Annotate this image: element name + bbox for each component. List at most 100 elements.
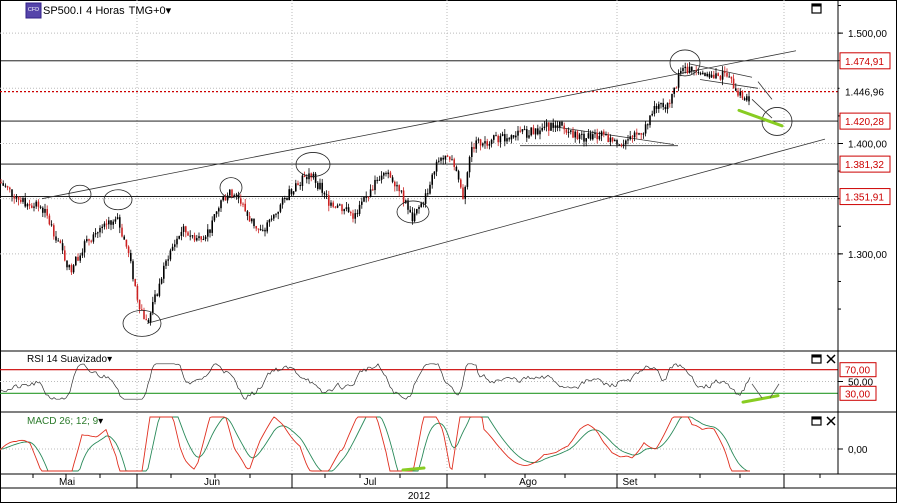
candle-body bbox=[504, 134, 506, 142]
candle-body bbox=[488, 143, 491, 146]
candle-body bbox=[541, 128, 543, 131]
candle-body bbox=[207, 229, 209, 237]
candle-body bbox=[598, 135, 601, 140]
macd-divergence-line[interactable] bbox=[401, 466, 426, 472]
candle-body bbox=[570, 130, 572, 132]
candle-body bbox=[264, 229, 266, 232]
candle-body bbox=[556, 125, 559, 128]
candle-body bbox=[455, 166, 458, 172]
candle-body bbox=[603, 131, 605, 135]
candle-body bbox=[563, 125, 565, 130]
candle-body bbox=[290, 189, 293, 195]
candle-body bbox=[572, 130, 574, 138]
candle-body bbox=[90, 240, 92, 242]
candle-body bbox=[594, 133, 596, 135]
candle-body bbox=[92, 234, 95, 242]
maximize-icon[interactable] bbox=[811, 416, 822, 426]
candle-body bbox=[508, 138, 510, 140]
candle-body bbox=[413, 213, 416, 222]
candle-body bbox=[501, 134, 504, 136]
candle-body bbox=[295, 183, 297, 192]
candle-body bbox=[464, 186, 466, 199]
candle-body bbox=[442, 157, 444, 160]
candle-body bbox=[31, 205, 33, 208]
chevron-down-icon[interactable]: ▾ bbox=[166, 5, 172, 17]
candle-body bbox=[431, 174, 433, 185]
candle-body bbox=[103, 223, 106, 227]
maximize-icon[interactable] bbox=[811, 354, 822, 364]
candle-body bbox=[268, 219, 271, 223]
x-tick-label: Jul bbox=[364, 477, 377, 488]
candle-body bbox=[53, 225, 55, 237]
chart-header[interactable]: CFD SP500.I 4 Horas TMG+0▾ bbox=[25, 2, 172, 19]
candle-body bbox=[17, 196, 20, 200]
candle-body bbox=[521, 129, 524, 132]
candle-body bbox=[200, 236, 202, 240]
candle-body bbox=[292, 191, 295, 195]
candle-body bbox=[429, 184, 431, 194]
candle-body bbox=[565, 129, 568, 133]
candle-body bbox=[416, 208, 418, 214]
candle-body bbox=[691, 66, 693, 71]
x-axis-year: 2012 bbox=[408, 491, 431, 502]
candle-body bbox=[286, 198, 288, 201]
candle-body bbox=[83, 241, 86, 253]
candle-body bbox=[33, 206, 35, 208]
candle-body bbox=[147, 320, 150, 323]
candle-body bbox=[167, 259, 169, 261]
candle-body bbox=[730, 76, 733, 79]
candle-body bbox=[554, 125, 557, 128]
candle-body bbox=[614, 139, 616, 142]
candle-body bbox=[605, 134, 607, 136]
candle-body bbox=[288, 189, 290, 201]
candle-body bbox=[174, 244, 176, 247]
candle-body bbox=[517, 130, 519, 136]
candle-body bbox=[728, 76, 730, 78]
candle-body bbox=[713, 74, 715, 79]
candle-body bbox=[587, 133, 590, 139]
candle-body bbox=[182, 226, 185, 232]
candle-body bbox=[299, 185, 301, 187]
candle-body bbox=[440, 157, 442, 161]
candle-body bbox=[688, 66, 691, 73]
candle-body bbox=[9, 187, 11, 190]
candle-body bbox=[154, 294, 156, 303]
candle-body bbox=[64, 250, 66, 261]
candle-body bbox=[314, 173, 317, 183]
candle-body bbox=[550, 122, 552, 131]
maximize-icon[interactable] bbox=[811, 3, 822, 14]
instrument-label[interactable]: SP500.I 4 Horas TMG+0▾ bbox=[43, 5, 172, 17]
candle-body bbox=[684, 66, 686, 69]
candle-body bbox=[704, 72, 706, 77]
candle-body bbox=[466, 172, 469, 187]
candle-body bbox=[218, 208, 220, 212]
candle-body bbox=[530, 127, 532, 136]
candle-body bbox=[528, 135, 530, 138]
candle-body bbox=[400, 190, 403, 192]
rsi-level-label: 30,00 bbox=[845, 389, 870, 400]
candle-body bbox=[42, 207, 44, 213]
candle-body bbox=[732, 78, 735, 89]
candle-body bbox=[156, 294, 158, 296]
candle-body bbox=[638, 133, 640, 135]
candle-body bbox=[101, 226, 103, 228]
candle-body bbox=[61, 243, 64, 251]
candle-body bbox=[229, 189, 231, 196]
candle-body bbox=[220, 200, 222, 209]
macd-label[interactable]: MACD 26; 12; 9▾ bbox=[27, 416, 103, 427]
candle-body bbox=[497, 135, 499, 143]
candle-body bbox=[510, 135, 513, 140]
candle-body bbox=[136, 285, 139, 300]
candle-body bbox=[545, 122, 548, 127]
x-tick-label: Jun bbox=[204, 477, 220, 488]
candle-body bbox=[515, 135, 517, 138]
candle-body bbox=[743, 98, 746, 101]
candle-body bbox=[574, 131, 576, 138]
candle-body bbox=[420, 203, 422, 207]
candle-body bbox=[158, 283, 161, 296]
candle-body bbox=[735, 88, 737, 91]
candle-body bbox=[561, 121, 563, 126]
candle-body bbox=[4, 185, 7, 187]
rsi-label[interactable]: RSI 14 Suavizado▾ bbox=[27, 354, 112, 365]
candle-body bbox=[651, 113, 653, 116]
